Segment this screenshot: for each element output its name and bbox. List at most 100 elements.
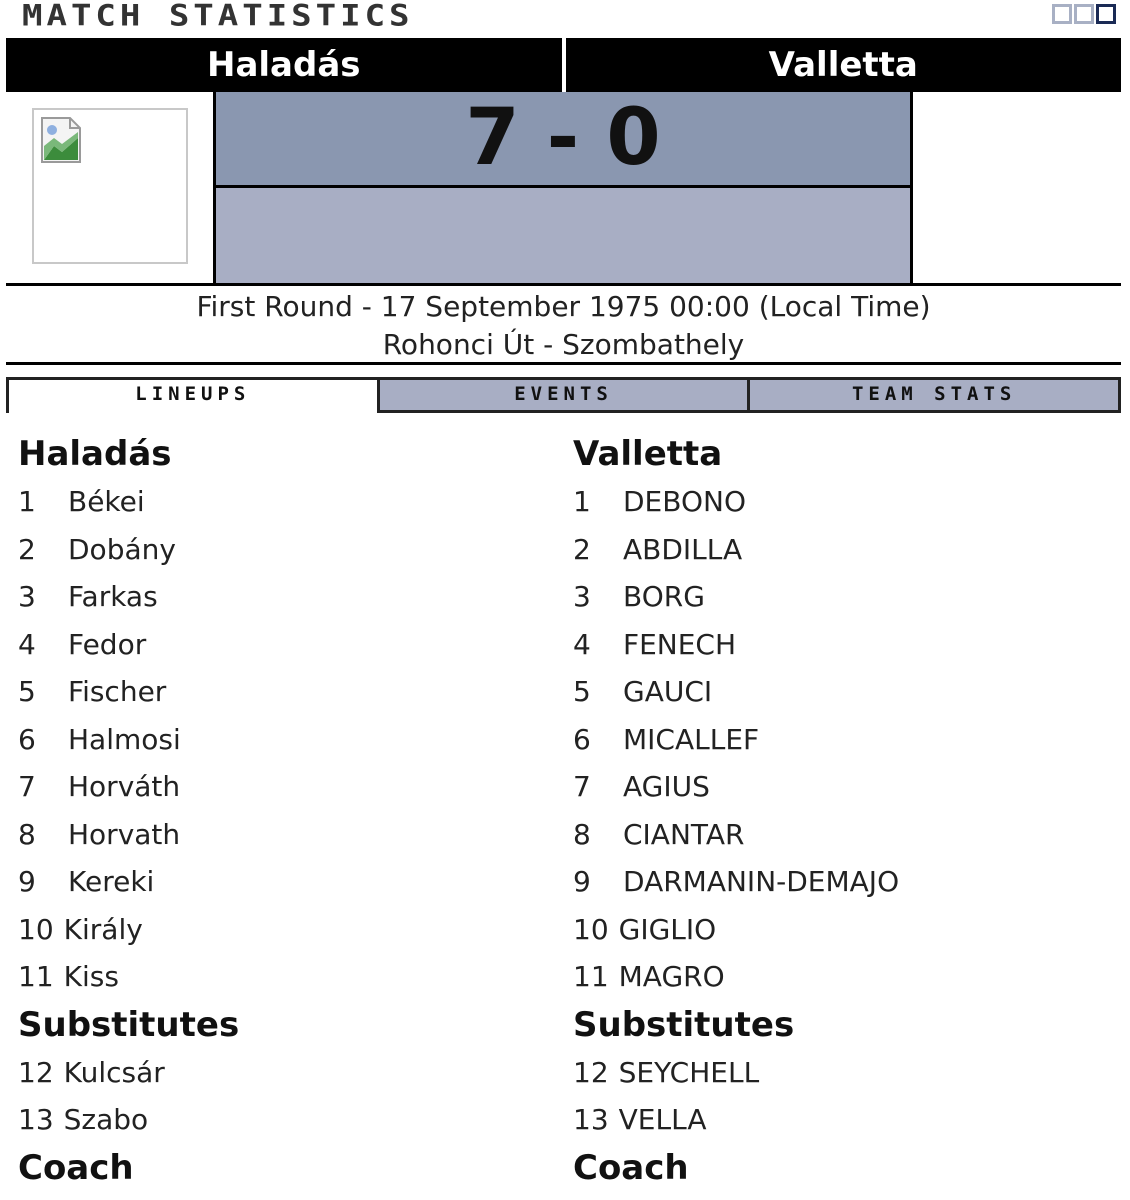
coach-title: Coach bbox=[18, 1147, 134, 1188]
player-number: 5 bbox=[573, 675, 591, 708]
window-box-icon[interactable] bbox=[1052, 4, 1072, 24]
player-name[interactable]: AGIUS bbox=[623, 770, 710, 803]
player-name[interactable]: Horváth bbox=[68, 770, 180, 803]
player-number: 13 bbox=[573, 1103, 609, 1136]
player-row: 6 MICALLEF bbox=[573, 716, 899, 764]
player-number: 2 bbox=[18, 532, 36, 566]
player-name[interactable]: Horvath bbox=[68, 818, 180, 851]
player-name[interactable]: Fischer bbox=[68, 675, 166, 708]
player-row: 7 Horváth bbox=[18, 763, 239, 811]
page-title: MATCH STATISTICS bbox=[22, 0, 414, 34]
player-number: 7 bbox=[18, 770, 36, 803]
player-number: 6 bbox=[18, 722, 36, 756]
score-panel: 7 - 0 bbox=[213, 92, 913, 284]
player-name[interactable]: Békei bbox=[68, 485, 145, 518]
broken-image-icon bbox=[41, 117, 81, 163]
player-row: 4 FENECH bbox=[573, 621, 899, 669]
player-row: 2 ABDILLA bbox=[573, 526, 899, 574]
player-number: 10 bbox=[18, 912, 54, 946]
divider bbox=[6, 362, 1121, 365]
score: 7 - 0 bbox=[216, 92, 910, 188]
player-name[interactable]: Kereki bbox=[68, 865, 154, 898]
tab-lineups[interactable]: LINEUPS bbox=[6, 377, 380, 413]
player-name[interactable]: MICALLEF bbox=[623, 723, 759, 756]
player-name[interactable]: Kiss bbox=[64, 960, 119, 993]
player-name[interactable]: MAGRO bbox=[619, 960, 725, 993]
player-row: 3 BORG bbox=[573, 573, 899, 621]
player-row: 11 MAGRO bbox=[573, 953, 899, 1001]
player-name[interactable]: VELLA bbox=[619, 1103, 707, 1136]
score-details bbox=[216, 188, 910, 284]
player-row: 9 Kereki bbox=[18, 858, 239, 906]
player-number: 2 bbox=[573, 532, 591, 566]
player-row: 10 GIGLIO bbox=[573, 906, 899, 954]
player-number: 3 bbox=[573, 580, 591, 613]
player-number: 5 bbox=[18, 675, 36, 708]
player-name[interactable]: GIGLIO bbox=[619, 913, 717, 946]
player-name[interactable]: Szabo bbox=[64, 1103, 149, 1136]
player-number: 7 bbox=[573, 770, 591, 803]
player-row: 3 Farkas bbox=[18, 573, 239, 621]
player-number: 4 bbox=[18, 627, 36, 661]
player-number: 8 bbox=[573, 817, 591, 851]
player-name[interactable]: Kulcsár bbox=[64, 1056, 165, 1089]
substitute-row: 13 Szabo bbox=[18, 1096, 239, 1144]
player-row: 8 CIANTAR bbox=[573, 811, 899, 859]
player-name[interactable]: Király bbox=[64, 913, 143, 946]
tab-events[interactable]: EVENTS bbox=[379, 377, 751, 413]
player-row: 4 Fedor bbox=[18, 621, 239, 669]
player-number: 10 bbox=[573, 912, 609, 946]
window-controls bbox=[1052, 4, 1116, 24]
player-name[interactable]: SEYCHELL bbox=[619, 1056, 760, 1089]
divider bbox=[6, 283, 1121, 286]
player-name[interactable]: GAUCI bbox=[623, 675, 712, 708]
player-name[interactable]: FENECH bbox=[623, 628, 736, 661]
player-number: 6 bbox=[573, 722, 591, 756]
player-name[interactable]: CIANTAR bbox=[623, 818, 744, 851]
player-number: 1 bbox=[18, 485, 36, 518]
player-name[interactable]: Farkas bbox=[68, 580, 158, 613]
tab-team-stats[interactable]: TEAM STATS bbox=[750, 377, 1122, 413]
player-name[interactable]: Halmosi bbox=[68, 723, 181, 756]
player-row: 6 Halmosi bbox=[18, 716, 239, 764]
away-lineup-title: Valletta bbox=[573, 434, 723, 474]
player-row: 1 Békei bbox=[18, 478, 239, 526]
match-info: First Round - 17 September 1975 00:00 (L… bbox=[6, 288, 1121, 364]
player-name[interactable]: ABDILLA bbox=[623, 533, 742, 566]
player-row: 7 AGIUS bbox=[573, 763, 899, 811]
team-logo bbox=[32, 108, 188, 264]
substitute-row: 12 Kulcsár bbox=[18, 1049, 239, 1097]
window-box-active-icon[interactable] bbox=[1096, 4, 1116, 24]
player-name[interactable]: Dobány bbox=[68, 533, 176, 566]
player-row: 2 Dobány bbox=[18, 526, 239, 574]
player-row: 5 GAUCI bbox=[573, 668, 899, 716]
away-lineup: Valletta 1 DEBONO 2 ABDILLA 3 BORG 4 FENECH … bbox=[573, 430, 899, 1192]
player-row: 5 Fischer bbox=[18, 668, 239, 716]
player-number: 12 bbox=[18, 1055, 54, 1089]
teams-header: Haladás Valletta bbox=[6, 38, 1121, 92]
round-date: First Round - 17 September 1975 00:00 (L… bbox=[196, 290, 931, 323]
coach-title: Coach bbox=[573, 1147, 689, 1188]
home-lineup-title: Haladás bbox=[18, 434, 172, 474]
player-row: 1 DEBONO bbox=[573, 478, 899, 526]
home-team-name[interactable]: Haladás bbox=[6, 38, 562, 92]
player-row: 9 DARMANIN-DEMAJO bbox=[573, 858, 899, 906]
substitute-row: 12 SEYCHELL bbox=[573, 1049, 899, 1097]
player-number: 11 bbox=[18, 960, 54, 993]
substitutes-title: Substitutes bbox=[18, 1004, 240, 1045]
away-team-name[interactable]: Valletta bbox=[561, 38, 1121, 92]
player-number: 11 bbox=[573, 960, 609, 993]
player-name[interactable]: Fedor bbox=[68, 628, 146, 661]
player-name[interactable]: DEBONO bbox=[623, 485, 746, 518]
venue: Rohonci Út - Szombathely bbox=[382, 328, 745, 361]
player-name[interactable]: DARMANIN-DEMAJO bbox=[623, 865, 899, 898]
player-number: 1 bbox=[573, 485, 591, 518]
player-number: 9 bbox=[18, 865, 36, 898]
player-row: 8 Horvath bbox=[18, 811, 239, 859]
player-number: 3 bbox=[18, 580, 36, 613]
player-name[interactable]: BORG bbox=[623, 580, 705, 613]
window-box-icon[interactable] bbox=[1074, 4, 1094, 24]
player-number: 9 bbox=[573, 865, 591, 898]
substitute-row: 13 VELLA bbox=[573, 1096, 899, 1144]
home-lineup: Haladás 1 Békei 2 Dobány 3 Farkas 4 Fedor 5F… bbox=[18, 430, 239, 1192]
